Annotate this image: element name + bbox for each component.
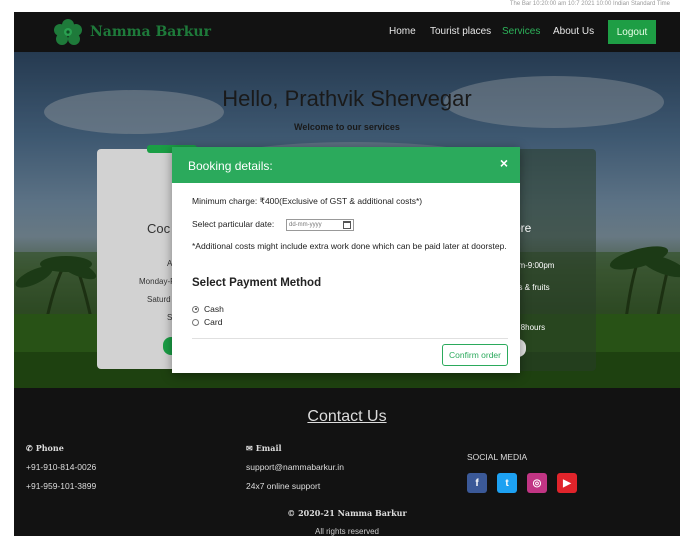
payment-option-card[interactable]: Card — [192, 317, 222, 327]
modal-header: Booking details: × — [172, 147, 520, 183]
logo-flower-icon[interactable] — [52, 18, 84, 46]
youtube-icon[interactable]: ▶ — [557, 473, 577, 493]
copyright: © 2020-21 Namma Barkur — [14, 508, 680, 518]
close-icon[interactable]: × — [500, 155, 508, 171]
hero-subtitle: Welcome to our services — [294, 122, 400, 132]
instagram-icon[interactable]: ◎ — [527, 473, 547, 493]
hero-greeting: Hello, Prathvik Shervegar — [222, 86, 472, 111]
copyright-icon: © — [287, 508, 296, 518]
additional-costs-note: *Additional costs might include extra wo… — [192, 241, 507, 251]
email-heading: ✉ Email — [246, 443, 282, 453]
logout-button[interactable]: Logout — [608, 20, 656, 44]
confirm-order-button[interactable]: Confirm order — [442, 344, 508, 366]
navbar: Namma Barkur Home Tourist places Service… — [14, 12, 680, 52]
email-heading-label: Email — [255, 443, 282, 453]
date-label: Select particular date: — [192, 219, 275, 229]
card-left-line: Saturd — [147, 295, 171, 304]
phone-icon: ✆ — [26, 443, 33, 453]
rights-text: All rights reserved — [314, 527, 380, 536]
date-input[interactable]: dd-mm-yyyy — [286, 219, 354, 231]
top-strip-text: The Bar 10:20:00 am 10:7 2021 10:00 Indi… — [509, 1, 670, 7]
date-placeholder: dd-mm-yyyy — [289, 222, 322, 228]
booking-modal: Booking details: × Minimum charge: ₹400(… — [172, 147, 520, 373]
phone-heading: ✆ Phone — [26, 443, 64, 453]
modal-divider — [192, 338, 508, 339]
modal-title: Booking details: — [188, 159, 273, 173]
phone-number[interactable]: +91-959-101-3899 — [26, 481, 96, 491]
payment-option-cash[interactable]: Cash — [192, 304, 224, 314]
copyright-text: 2020-21 Namma Barkur — [298, 508, 407, 518]
brand-name[interactable]: Namma Barkur — [90, 24, 211, 40]
phone-number[interactable]: +91-910-814-0026 — [26, 462, 96, 472]
social-media-title: SOCIAL MEDIA — [467, 452, 528, 462]
nav-link-services[interactable]: Services — [502, 26, 540, 37]
facebook-icon[interactable]: f — [467, 473, 487, 493]
payment-method-title: Select Payment Method — [192, 277, 322, 289]
email-address[interactable]: support@nammabarkur.in — [246, 462, 344, 472]
radio-cash[interactable] — [192, 305, 199, 313]
minimum-charge-text: Minimum charge: ₹400(Exclusive of GST & … — [192, 196, 423, 206]
payment-option-label: Cash — [204, 304, 224, 314]
calendar-icon[interactable] — [343, 221, 351, 229]
nav-link-about-us[interactable]: About Us — [553, 26, 594, 37]
page-frame: Namma Barkur Home Tourist places Service… — [14, 12, 680, 536]
nav-link-tourist-places[interactable]: Tourist places — [430, 26, 491, 37]
email-icon: ✉ — [246, 443, 253, 453]
phone-heading-label: Phone — [35, 443, 64, 453]
support-note: 24x7 online support — [246, 481, 321, 491]
contact-us-title[interactable]: Contact Us — [14, 408, 680, 426]
footer: Contact Us ✆ Phone +91-910-814-0026 +91-… — [14, 388, 680, 536]
top-strip: The Bar 10:20:00 am 10:7 2021 10:00 Indi… — [0, 0, 684, 12]
card-left-line: Monday-F — [139, 277, 176, 286]
card-right-line: am-9:00pm — [514, 261, 555, 270]
nav-link-home[interactable]: Home — [389, 26, 416, 37]
card-left-title: Coc — [147, 221, 171, 236]
radio-card[interactable] — [192, 318, 199, 326]
payment-option-label: Card — [204, 317, 223, 327]
twitter-icon[interactable]: t — [497, 473, 517, 493]
